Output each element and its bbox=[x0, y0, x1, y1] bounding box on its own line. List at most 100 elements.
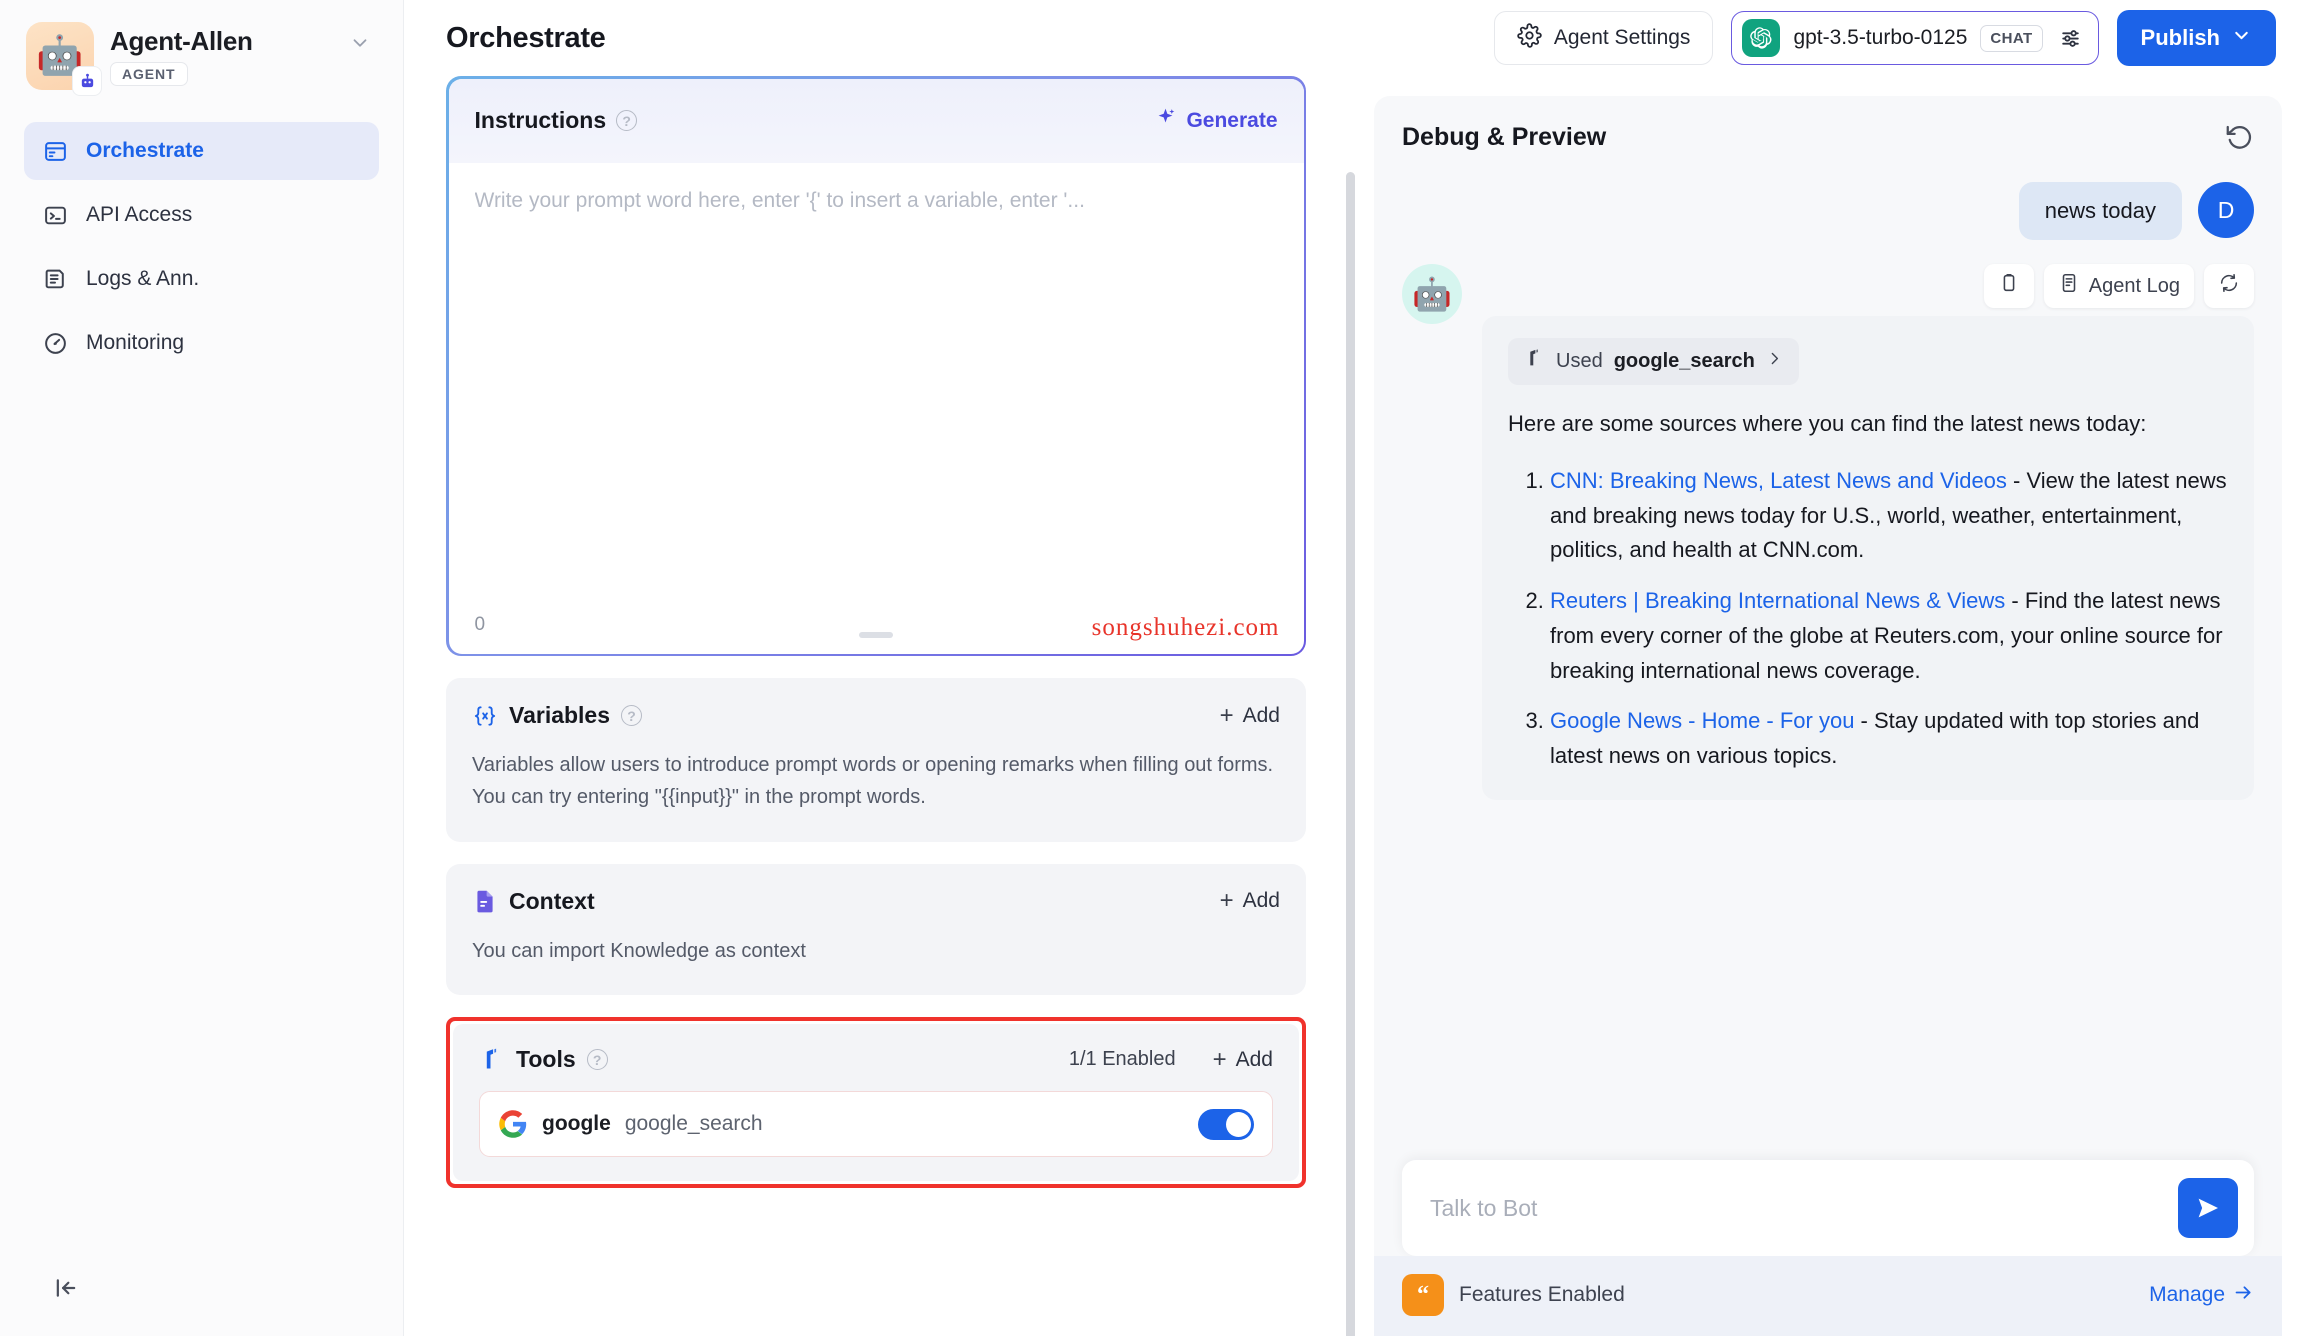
model-type-badge: CHAT bbox=[1980, 25, 2042, 52]
sidebar: 🤖 Agent-Allen AGENT bbox=[0, 0, 404, 1336]
context-title: Context bbox=[509, 888, 595, 915]
add-label: Add bbox=[1243, 889, 1280, 913]
tool-enabled-toggle[interactable] bbox=[1198, 1109, 1254, 1140]
debug-title: Debug & Preview bbox=[1402, 123, 1606, 152]
agent-log-label: Agent Log bbox=[2089, 275, 2180, 298]
bot-intro-text: Here are some sources where you can find… bbox=[1508, 407, 2228, 442]
plus-icon: + bbox=[1220, 889, 1234, 913]
bot-message-bubble: Used google_search Here are some sources… bbox=[1482, 316, 2254, 800]
panel-scrollbar[interactable] bbox=[1326, 76, 1374, 1336]
regenerate-button[interactable] bbox=[2204, 264, 2254, 308]
document-list-icon bbox=[42, 266, 68, 292]
source-link[interactable]: CNN: Breaking News, Latest News and Vide… bbox=[1550, 468, 2007, 493]
sliders-icon[interactable] bbox=[2056, 26, 2083, 51]
variables-description: Variables allow users to introduce promp… bbox=[472, 749, 1280, 814]
add-tool-button[interactable]: + Add bbox=[1213, 1048, 1273, 1072]
chat-messages: news today D 🤖 bbox=[1374, 158, 2282, 1160]
model-name: gpt-3.5-turbo-0125 bbox=[1793, 26, 1967, 50]
instructions-inner: Instructions ? Generate bbox=[449, 79, 1304, 654]
gear-icon bbox=[1517, 23, 1542, 54]
generate-button[interactable]: Generate bbox=[1154, 106, 1277, 135]
sidebar-item-monitoring[interactable]: Monitoring bbox=[24, 314, 379, 372]
context-panel: Context + Add You can import Knowledge a… bbox=[446, 864, 1306, 995]
context-header: Context + Add bbox=[472, 888, 1280, 915]
sidebar-item-logs[interactable]: Logs & Ann. bbox=[24, 250, 379, 308]
instructions-textarea[interactable]: Write your prompt word here, enter '{' t… bbox=[449, 163, 1304, 654]
config-column: Instructions ? Generate bbox=[446, 76, 1326, 1336]
chat-input[interactable]: Talk to Bot bbox=[1430, 1195, 2178, 1222]
app-root: 🤖 Agent-Allen AGENT bbox=[0, 0, 2304, 1336]
add-label: Add bbox=[1243, 704, 1280, 728]
help-circle-icon[interactable]: ? bbox=[616, 110, 637, 131]
character-count: 0 bbox=[475, 614, 486, 636]
copy-button[interactable] bbox=[1984, 264, 2034, 308]
regenerate-icon bbox=[2218, 272, 2240, 300]
message-actions: Agent Log bbox=[1482, 264, 2254, 308]
send-button[interactable] bbox=[2178, 1178, 2238, 1238]
topbar: Orchestrate Agent Settings gpt-3.5- bbox=[404, 0, 2304, 76]
agent-header[interactable]: 🤖 Agent-Allen AGENT bbox=[0, 0, 403, 100]
document-icon bbox=[472, 888, 498, 914]
bot-message-row: 🤖 bbox=[1402, 264, 2254, 800]
chevron-right-icon bbox=[1766, 350, 1783, 373]
context-description: You can import Knowledge as context bbox=[472, 935, 1280, 967]
chevron-down-icon bbox=[2231, 25, 2252, 52]
reset-history-icon[interactable] bbox=[2224, 122, 2254, 152]
agent-log-button[interactable]: Agent Log bbox=[2044, 264, 2194, 308]
openai-icon bbox=[1742, 19, 1780, 57]
source-link[interactable]: Google News - Home - For you bbox=[1550, 708, 1854, 733]
tools-highlight-box: Tools ? 1/1 Enabled + Add bbox=[446, 1017, 1306, 1188]
used-tool-name: google_search bbox=[1614, 350, 1755, 373]
add-context-button[interactable]: + Add bbox=[1220, 889, 1280, 913]
help-circle-icon[interactable]: ? bbox=[621, 705, 642, 726]
add-label: Add bbox=[1236, 1048, 1273, 1072]
tool-row[interactable]: google google_search bbox=[479, 1091, 1273, 1157]
list-item: Reuters | Breaking International News & … bbox=[1550, 584, 2228, 688]
resize-handle[interactable] bbox=[859, 632, 893, 638]
add-variable-button[interactable]: + Add bbox=[1220, 704, 1280, 728]
composer-wrap: Talk to Bot “ Features Enabled bbox=[1374, 1160, 2282, 1336]
variables-title: Variables bbox=[509, 702, 610, 729]
tools-enabled-count: 1/1 Enabled bbox=[1069, 1048, 1176, 1071]
plus-icon: + bbox=[1220, 704, 1234, 728]
publish-button[interactable]: Publish bbox=[2117, 10, 2276, 66]
model-selector[interactable]: gpt-3.5-turbo-0125 CHAT bbox=[1731, 11, 2098, 65]
chevron-down-icon[interactable] bbox=[343, 28, 377, 63]
sidebar-item-api-access[interactable]: API Access bbox=[24, 186, 379, 244]
bot-message-column: Agent Log bbox=[1482, 264, 2254, 800]
debug-column: Debug & Preview news today D bbox=[1374, 76, 2304, 1336]
manage-features-link[interactable]: Manage bbox=[2149, 1282, 2254, 1309]
watermark: songshuhezi.com bbox=[1092, 614, 1280, 642]
collapse-sidebar-icon[interactable] bbox=[46, 1268, 86, 1308]
bot-source-list: CNN: Breaking News, Latest News and Vide… bbox=[1508, 464, 2228, 774]
list-item: CNN: Breaking News, Latest News and Vide… bbox=[1550, 464, 2228, 568]
instructions-card: Instructions ? Generate bbox=[446, 76, 1306, 656]
variables-header: Variables ? + Add bbox=[472, 702, 1280, 729]
agent-settings-button[interactable]: Agent Settings bbox=[1494, 11, 1714, 65]
sidebar-item-label: Monitoring bbox=[86, 331, 184, 355]
sidebar-item-label: Orchestrate bbox=[86, 139, 204, 163]
bot-avatar: 🤖 bbox=[1402, 264, 1462, 324]
tools-header: Tools ? 1/1 Enabled + Add bbox=[479, 1046, 1273, 1073]
log-icon bbox=[2058, 272, 2080, 300]
debug-preview-panel: Debug & Preview news today D bbox=[1374, 96, 2282, 1336]
user-avatar: D bbox=[2198, 182, 2254, 238]
used-tool-chip[interactable]: Used google_search bbox=[1508, 338, 1799, 385]
sidebar-item-orchestrate[interactable]: Orchestrate bbox=[24, 122, 379, 180]
agent-name: Agent-Allen bbox=[110, 26, 327, 57]
generate-label: Generate bbox=[1186, 109, 1277, 133]
features-label: Features Enabled bbox=[1459, 1283, 1625, 1307]
help-circle-icon[interactable]: ? bbox=[587, 1049, 608, 1070]
scrollbar-thumb[interactable] bbox=[1346, 172, 1355, 1336]
sidebar-item-label: Logs & Ann. bbox=[86, 267, 199, 291]
gauge-icon bbox=[42, 330, 68, 356]
tools-title: Tools bbox=[516, 1046, 576, 1073]
used-tool-prefix: Used bbox=[1556, 350, 1603, 373]
agent-type-badge: AGENT bbox=[110, 62, 188, 86]
bot-badge-icon bbox=[72, 66, 102, 96]
chat-composer[interactable]: Talk to Bot bbox=[1402, 1160, 2254, 1256]
publish-label: Publish bbox=[2141, 25, 2220, 51]
features-bar: “ Features Enabled Manage bbox=[1374, 1256, 2282, 1336]
variables-panel: Variables ? + Add Variables allow users … bbox=[446, 678, 1306, 842]
source-link[interactable]: Reuters | Breaking International News & … bbox=[1550, 588, 2005, 613]
